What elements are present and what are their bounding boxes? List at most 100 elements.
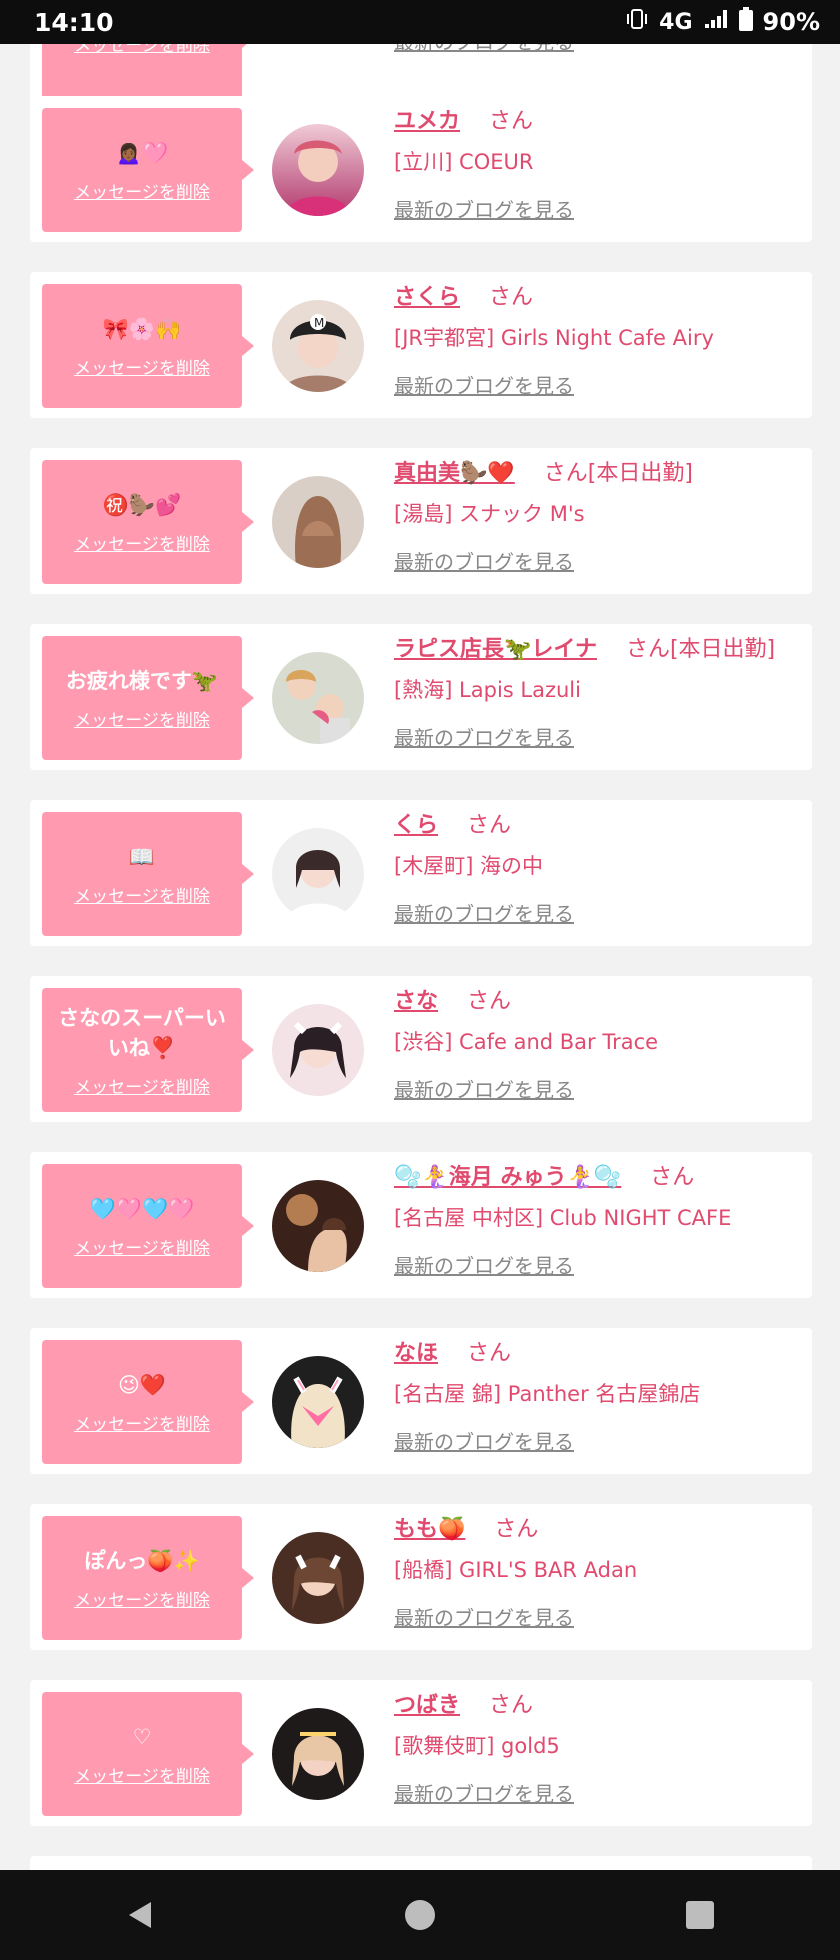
- honorific: さん: [489, 285, 534, 310]
- battery-level: 90%: [762, 8, 820, 36]
- blog-link[interactable]: 最新のブログを見る: [394, 44, 574, 55]
- avatar[interactable]: [272, 652, 364, 744]
- avatar[interactable]: [272, 1532, 364, 1624]
- delete-message-link[interactable]: メッセージを削除: [74, 1234, 210, 1259]
- blog-link[interactable]: 最新のブログを見る: [394, 370, 574, 399]
- blog-link[interactable]: 最新のブログを見る: [394, 1250, 574, 1279]
- avatar[interactable]: [272, 1356, 364, 1448]
- name-line: さくら さん: [394, 280, 804, 316]
- status-time: 14:10: [34, 7, 114, 37]
- message-bubble: 🙍🏾‍♀️🩷 メッセージを削除: [42, 108, 254, 232]
- vibrate-icon: [625, 8, 649, 36]
- girl-info: つばき さん [歌舞伎町] gold5 最新のブログを見る: [394, 1688, 804, 1807]
- name-line: つばき さん: [394, 1688, 804, 1724]
- delete-message-link[interactable]: メッセージを削除: [74, 1410, 210, 1435]
- blog-link[interactable]: 最新のブログを見る: [394, 1426, 574, 1455]
- delete-message-link[interactable]: メッセージを削除: [74, 354, 210, 379]
- message-list[interactable]: メッセージを削除 最新のブログを見る 🙍🏾‍♀️🩷 メッセージを削除 ユメカ さ…: [0, 44, 840, 1870]
- name-line: もも🍑 さん: [394, 1512, 804, 1548]
- message-text: ♡: [132, 1724, 152, 1749]
- delete-message-link[interactable]: メッセージを削除: [74, 44, 210, 56]
- girl-name-link[interactable]: つばき: [394, 1693, 460, 1718]
- back-icon: [129, 1902, 151, 1928]
- avatar[interactable]: [272, 1708, 364, 1800]
- message-bubble: ㊗️🦫💕 メッセージを削除: [42, 460, 254, 584]
- honorific: さん: [467, 1341, 512, 1366]
- message-bubble: お疲れ様です🦖 メッセージを削除: [42, 636, 254, 760]
- message-card: お疲れ様です🦖 メッセージを削除 ラピス店長🦖レイナ さん[本日出勤] [熱海]…: [30, 624, 812, 770]
- recents-icon: [686, 1901, 714, 1929]
- honorific: さん: [467, 813, 512, 838]
- message-text: お疲れ様です🦖: [65, 668, 219, 693]
- girl-info: さな さん [渋谷] Cafe and Bar Trace 最新のブログを見る: [394, 984, 804, 1103]
- message-text: ぽんっ🍑✨: [84, 1548, 200, 1573]
- battery-icon: [738, 7, 753, 37]
- shop-name: [名古屋 中村区] Club NIGHT CAFE: [394, 1206, 732, 1230]
- girl-name-link[interactable]: さな: [394, 989, 438, 1014]
- girl-name-link[interactable]: もも🍑: [394, 1517, 465, 1542]
- blog-link[interactable]: 最新のブログを見る: [394, 1778, 574, 1807]
- name-line: さな さん: [394, 984, 804, 1020]
- message-card: [30, 1856, 812, 1870]
- girl-name-link[interactable]: 🫧🧜‍♀️海月 みゅう🧜‍♀️🫧: [394, 1165, 621, 1190]
- delete-message-link[interactable]: メッセージを削除: [74, 882, 210, 907]
- avatar[interactable]: [272, 828, 364, 920]
- network-label: 4G: [659, 9, 693, 35]
- signal-icon: [703, 8, 729, 36]
- message-bubble: 📖 メッセージを削除: [42, 812, 254, 936]
- message-card: 🙍🏾‍♀️🩷 メッセージを削除 ユメカ さん [立川] COEUR 最新のブログ…: [30, 96, 812, 242]
- message-bubble: ぽんっ🍑✨ メッセージを削除: [42, 1516, 254, 1640]
- shop-name: [熱海] Lapis Lazuli: [394, 678, 581, 702]
- avatar[interactable]: [272, 1180, 364, 1272]
- girl-info: くら さん [木屋町] 海の中 最新のブログを見る: [394, 808, 804, 927]
- delete-message-link[interactable]: メッセージを削除: [74, 1586, 210, 1611]
- delete-message-link[interactable]: メッセージを削除: [74, 1762, 210, 1787]
- message-card: ♡ メッセージを削除 つばき さん [歌舞伎町] gold5 最新のブログを見る: [30, 1680, 812, 1826]
- girl-name-link[interactable]: なほ: [394, 1341, 438, 1366]
- honorific: さん: [467, 989, 512, 1014]
- recents-button[interactable]: [670, 1885, 730, 1945]
- shop-name: [JR宇都宮] Girls Night Cafe Airy: [394, 326, 714, 350]
- delete-message-link[interactable]: メッセージを削除: [74, 530, 210, 555]
- avatar[interactable]: M: [272, 300, 364, 392]
- blog-link[interactable]: 最新のブログを見る: [394, 1602, 574, 1631]
- delete-message-link[interactable]: メッセージを削除: [74, 706, 210, 731]
- shop-name: [湯島] スナック M's: [394, 502, 585, 526]
- delete-message-link[interactable]: メッセージを削除: [74, 178, 210, 203]
- honorific: さん[本日出勤]: [625, 637, 776, 662]
- name-line: くら さん: [394, 808, 804, 844]
- system-nav-bar: [0, 1870, 840, 1960]
- honorific: さん: [650, 1165, 695, 1190]
- message-bubble: 🩵🩷🩵🩷 メッセージを削除: [42, 1164, 254, 1288]
- blog-link[interactable]: 最新のブログを見る: [394, 722, 574, 751]
- girl-info: 真由美🦫❤️ さん[本日出勤] [湯島] スナック M's 最新のブログを見る: [394, 456, 804, 575]
- girl-info: もも🍑 さん [船橋] GIRL'S BAR Adan 最新のブログを見る: [394, 1512, 804, 1631]
- avatar[interactable]: [272, 476, 364, 568]
- status-bar: 14:10 4G 90%: [0, 0, 840, 44]
- shop-name: [名古屋 錦] Panther 名古屋錦店: [394, 1382, 701, 1406]
- girl-name-link[interactable]: 真由美🦫❤️: [394, 461, 515, 486]
- girl-name-link[interactable]: ラピス店長🦖レイナ: [394, 637, 597, 662]
- blog-link[interactable]: 最新のブログを見る: [394, 1074, 574, 1103]
- avatar[interactable]: [272, 1004, 364, 1096]
- message-bubble: さなのスーパーいいね❣️ メッセージを削除: [42, 988, 254, 1112]
- message-text: 🎀🌸🙌: [102, 316, 182, 341]
- delete-message-link[interactable]: メッセージを削除: [74, 1073, 210, 1098]
- name-line: ラピス店長🦖レイナ さん[本日出勤]: [394, 632, 804, 668]
- girl-name-link[interactable]: さくら: [394, 285, 460, 310]
- blog-link[interactable]: 最新のブログを見る: [394, 194, 574, 223]
- girl-name-link[interactable]: くら: [394, 813, 438, 838]
- shop-name: [立川] COEUR: [394, 150, 534, 174]
- shop-name: [渋谷] Cafe and Bar Trace: [394, 1030, 659, 1054]
- home-icon: [405, 1900, 435, 1930]
- shop-name: [木屋町] 海の中: [394, 854, 544, 878]
- avatar[interactable]: [272, 124, 364, 216]
- message-card: ぽんっ🍑✨ メッセージを削除 もも🍑 さん [船橋] GIRL'S BAR Ad…: [30, 1504, 812, 1650]
- svg-text:M: M: [314, 316, 324, 330]
- blog-link[interactable]: 最新のブログを見る: [394, 546, 574, 575]
- back-button[interactable]: [110, 1885, 170, 1945]
- girl-name-link[interactable]: ユメカ: [394, 109, 460, 134]
- message-text: ㊗️🦫💕: [102, 492, 182, 517]
- blog-link[interactable]: 最新のブログを見る: [394, 898, 574, 927]
- home-button[interactable]: [390, 1885, 450, 1945]
